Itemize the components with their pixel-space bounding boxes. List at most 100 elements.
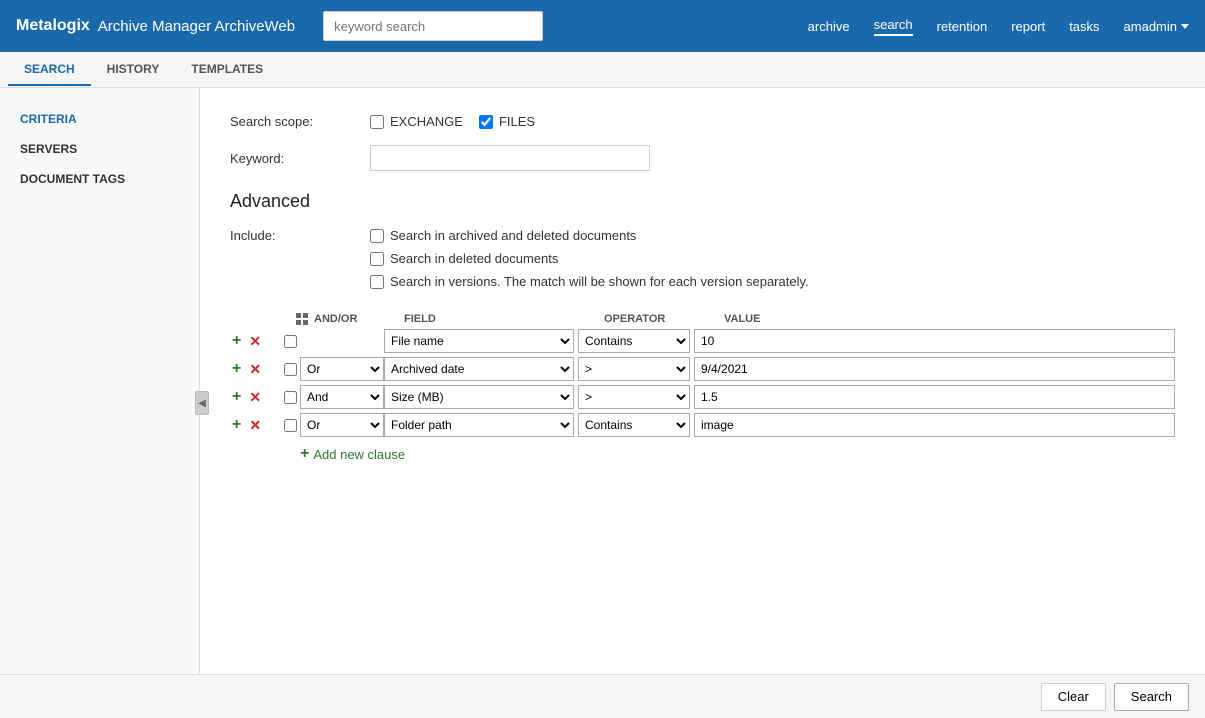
tab-history[interactable]: HISTORY: [91, 54, 176, 86]
main-layout: ◀ CRITERIA SERVERS DOCUMENT TAGS Search …: [0, 88, 1205, 718]
nav-search[interactable]: search: [874, 17, 913, 36]
keyword-input[interactable]: [370, 145, 650, 171]
keyword-control: [370, 145, 1175, 171]
clause-operator-3[interactable]: Contains > < =: [578, 413, 690, 437]
nav-archive[interactable]: archive: [808, 19, 850, 34]
include-check-1[interactable]: Search in deleted documents: [370, 251, 809, 266]
clause-field-2[interactable]: File name Archived date Size (MB) Folder…: [384, 385, 574, 409]
sidebar-item-criteria[interactable]: CRITERIA: [0, 104, 199, 134]
exchange-checkbox[interactable]: [370, 115, 384, 129]
clause-andor-1[interactable]: Or And: [300, 357, 384, 381]
include-versions-checkbox[interactable]: [370, 275, 384, 289]
clause-value-1[interactable]: [694, 357, 1175, 381]
clause-remove-3[interactable]: ✕: [247, 418, 263, 432]
header-search-area: [323, 11, 543, 41]
keyword-label: Keyword:: [230, 145, 370, 166]
include-archived-deleted-label: Search in archived and deleted documents: [390, 228, 636, 243]
clause-header-operator: OPERATOR: [604, 313, 724, 325]
search-button[interactable]: Search: [1114, 683, 1189, 711]
clause-check-0[interactable]: [284, 335, 297, 348]
clause-checkbox-1: [280, 363, 300, 376]
clause-add-0[interactable]: +: [230, 333, 243, 349]
add-clause-link[interactable]: + Add new clause: [300, 445, 1175, 463]
sidebar: ◀ CRITERIA SERVERS DOCUMENT TAGS: [0, 88, 200, 718]
clause-row-1: + ✕ Or And File name Archived date Size …: [230, 357, 1175, 381]
clause-actions-2: + ✕: [230, 389, 280, 405]
keyword-search-input[interactable]: [323, 11, 543, 41]
exchange-label: EXCHANGE: [390, 114, 463, 129]
clause-header-field: FIELD: [404, 313, 604, 325]
clause-field-0[interactable]: File name Archived date Size (MB) Folder…: [384, 329, 574, 353]
include-check-0[interactable]: Search in archived and deleted documents: [370, 228, 809, 243]
clause-header: AND/OR FIELD OPERATOR VALUE: [230, 313, 1175, 325]
clause-check-1[interactable]: [284, 363, 297, 376]
clause-remove-1[interactable]: ✕: [247, 362, 263, 376]
clause-actions-1: + ✕: [230, 361, 280, 377]
footer: Clear Search: [0, 674, 1205, 718]
clause-row-0: + ✕ File name Archived date Size (MB) Fo…: [230, 329, 1175, 353]
add-clause-label: Add new clause: [313, 447, 405, 462]
include-deleted-label: Search in deleted documents: [390, 251, 558, 266]
include-label: Include:: [230, 228, 370, 243]
clause-value-2[interactable]: [694, 385, 1175, 409]
include-checks: Search in archived and deleted documents…: [370, 228, 809, 289]
clause-operator-2[interactable]: Contains > < =: [578, 385, 690, 409]
clause-check-2[interactable]: [284, 391, 297, 404]
nav-report[interactable]: report: [1011, 19, 1045, 34]
clause-andor-3[interactable]: Or And: [300, 413, 384, 437]
sidebar-item-servers[interactable]: SERVERS: [0, 134, 199, 164]
content-area: Search scope: EXCHANGE FILES Keyword: Ad…: [200, 88, 1205, 718]
clause-field-1[interactable]: File name Archived date Size (MB) Folder…: [384, 357, 574, 381]
brand: Metalogix Archive Manager ArchiveWeb: [16, 17, 295, 35]
clause-actions-3: + ✕: [230, 417, 280, 433]
clause-row-3: + ✕ Or And File name Archived date Size …: [230, 413, 1175, 437]
files-checkbox-label[interactable]: FILES: [479, 114, 535, 129]
clause-section: AND/OR FIELD OPERATOR VALUE + ✕ File nam…: [230, 313, 1175, 463]
clause-check-3[interactable]: [284, 419, 297, 432]
clause-remove-0[interactable]: ✕: [247, 334, 263, 348]
keyword-row: Keyword:: [230, 145, 1175, 171]
nav-tasks[interactable]: tasks: [1069, 19, 1099, 34]
add-clause-plus-icon: +: [300, 445, 309, 463]
nav-retention[interactable]: retention: [937, 19, 988, 34]
clause-operator-1[interactable]: Contains > < =: [578, 357, 690, 381]
header-nav: archive search retention report tasks am…: [808, 17, 1189, 36]
clause-checkbox-2: [280, 391, 300, 404]
include-check-2[interactable]: Search in versions. The match will be sh…: [370, 274, 809, 289]
include-row: Include: Search in archived and deleted …: [230, 228, 1175, 289]
chevron-down-icon: [1181, 24, 1189, 29]
clause-row-2: + ✕ Or And File name Archived date Size …: [230, 385, 1175, 409]
clause-header-value: VALUE: [724, 313, 1175, 325]
clause-add-3[interactable]: +: [230, 417, 243, 433]
exchange-checkbox-label[interactable]: EXCHANGE: [370, 114, 463, 129]
clear-button[interactable]: Clear: [1041, 683, 1106, 711]
tab-bar: SEARCH HISTORY TEMPLATES: [0, 52, 1205, 88]
files-label: FILES: [499, 114, 535, 129]
clause-actions-0: + ✕: [230, 333, 280, 349]
clause-remove-2[interactable]: ✕: [247, 390, 263, 404]
clause-checkbox-3: [280, 419, 300, 432]
include-deleted-checkbox[interactable]: [370, 252, 384, 266]
sidebar-item-document-tags[interactable]: DOCUMENT TAGS: [0, 164, 199, 194]
clause-add-1[interactable]: +: [230, 361, 243, 377]
clause-operator-0[interactable]: Contains > < =: [578, 329, 690, 353]
sidebar-toggle[interactable]: ◀: [195, 391, 209, 415]
search-scope-row: Search scope: EXCHANGE FILES: [230, 108, 1175, 129]
brand-metalogix: Metalogix: [16, 17, 90, 35]
clause-field-3[interactable]: File name Archived date Size (MB) Folder…: [384, 413, 574, 437]
clause-add-2[interactable]: +: [230, 389, 243, 405]
files-checkbox[interactable]: [479, 115, 493, 129]
clause-andor-2[interactable]: Or And: [300, 385, 384, 409]
clause-checkbox-0: [280, 335, 300, 348]
tab-search[interactable]: SEARCH: [8, 54, 91, 86]
app-title: Archive Manager ArchiveWeb: [98, 18, 295, 35]
clause-value-0[interactable]: [694, 329, 1175, 353]
advanced-heading: Advanced: [230, 191, 1175, 212]
header: Metalogix Archive Manager ArchiveWeb arc…: [0, 0, 1205, 52]
search-scope-controls: EXCHANGE FILES: [370, 108, 1175, 129]
clause-value-3[interactable]: [694, 413, 1175, 437]
tab-templates[interactable]: TEMPLATES: [175, 54, 279, 86]
nav-amadmin[interactable]: amadmin: [1124, 19, 1189, 34]
include-archived-deleted-checkbox[interactable]: [370, 229, 384, 243]
include-versions-label: Search in versions. The match will be sh…: [390, 274, 809, 289]
